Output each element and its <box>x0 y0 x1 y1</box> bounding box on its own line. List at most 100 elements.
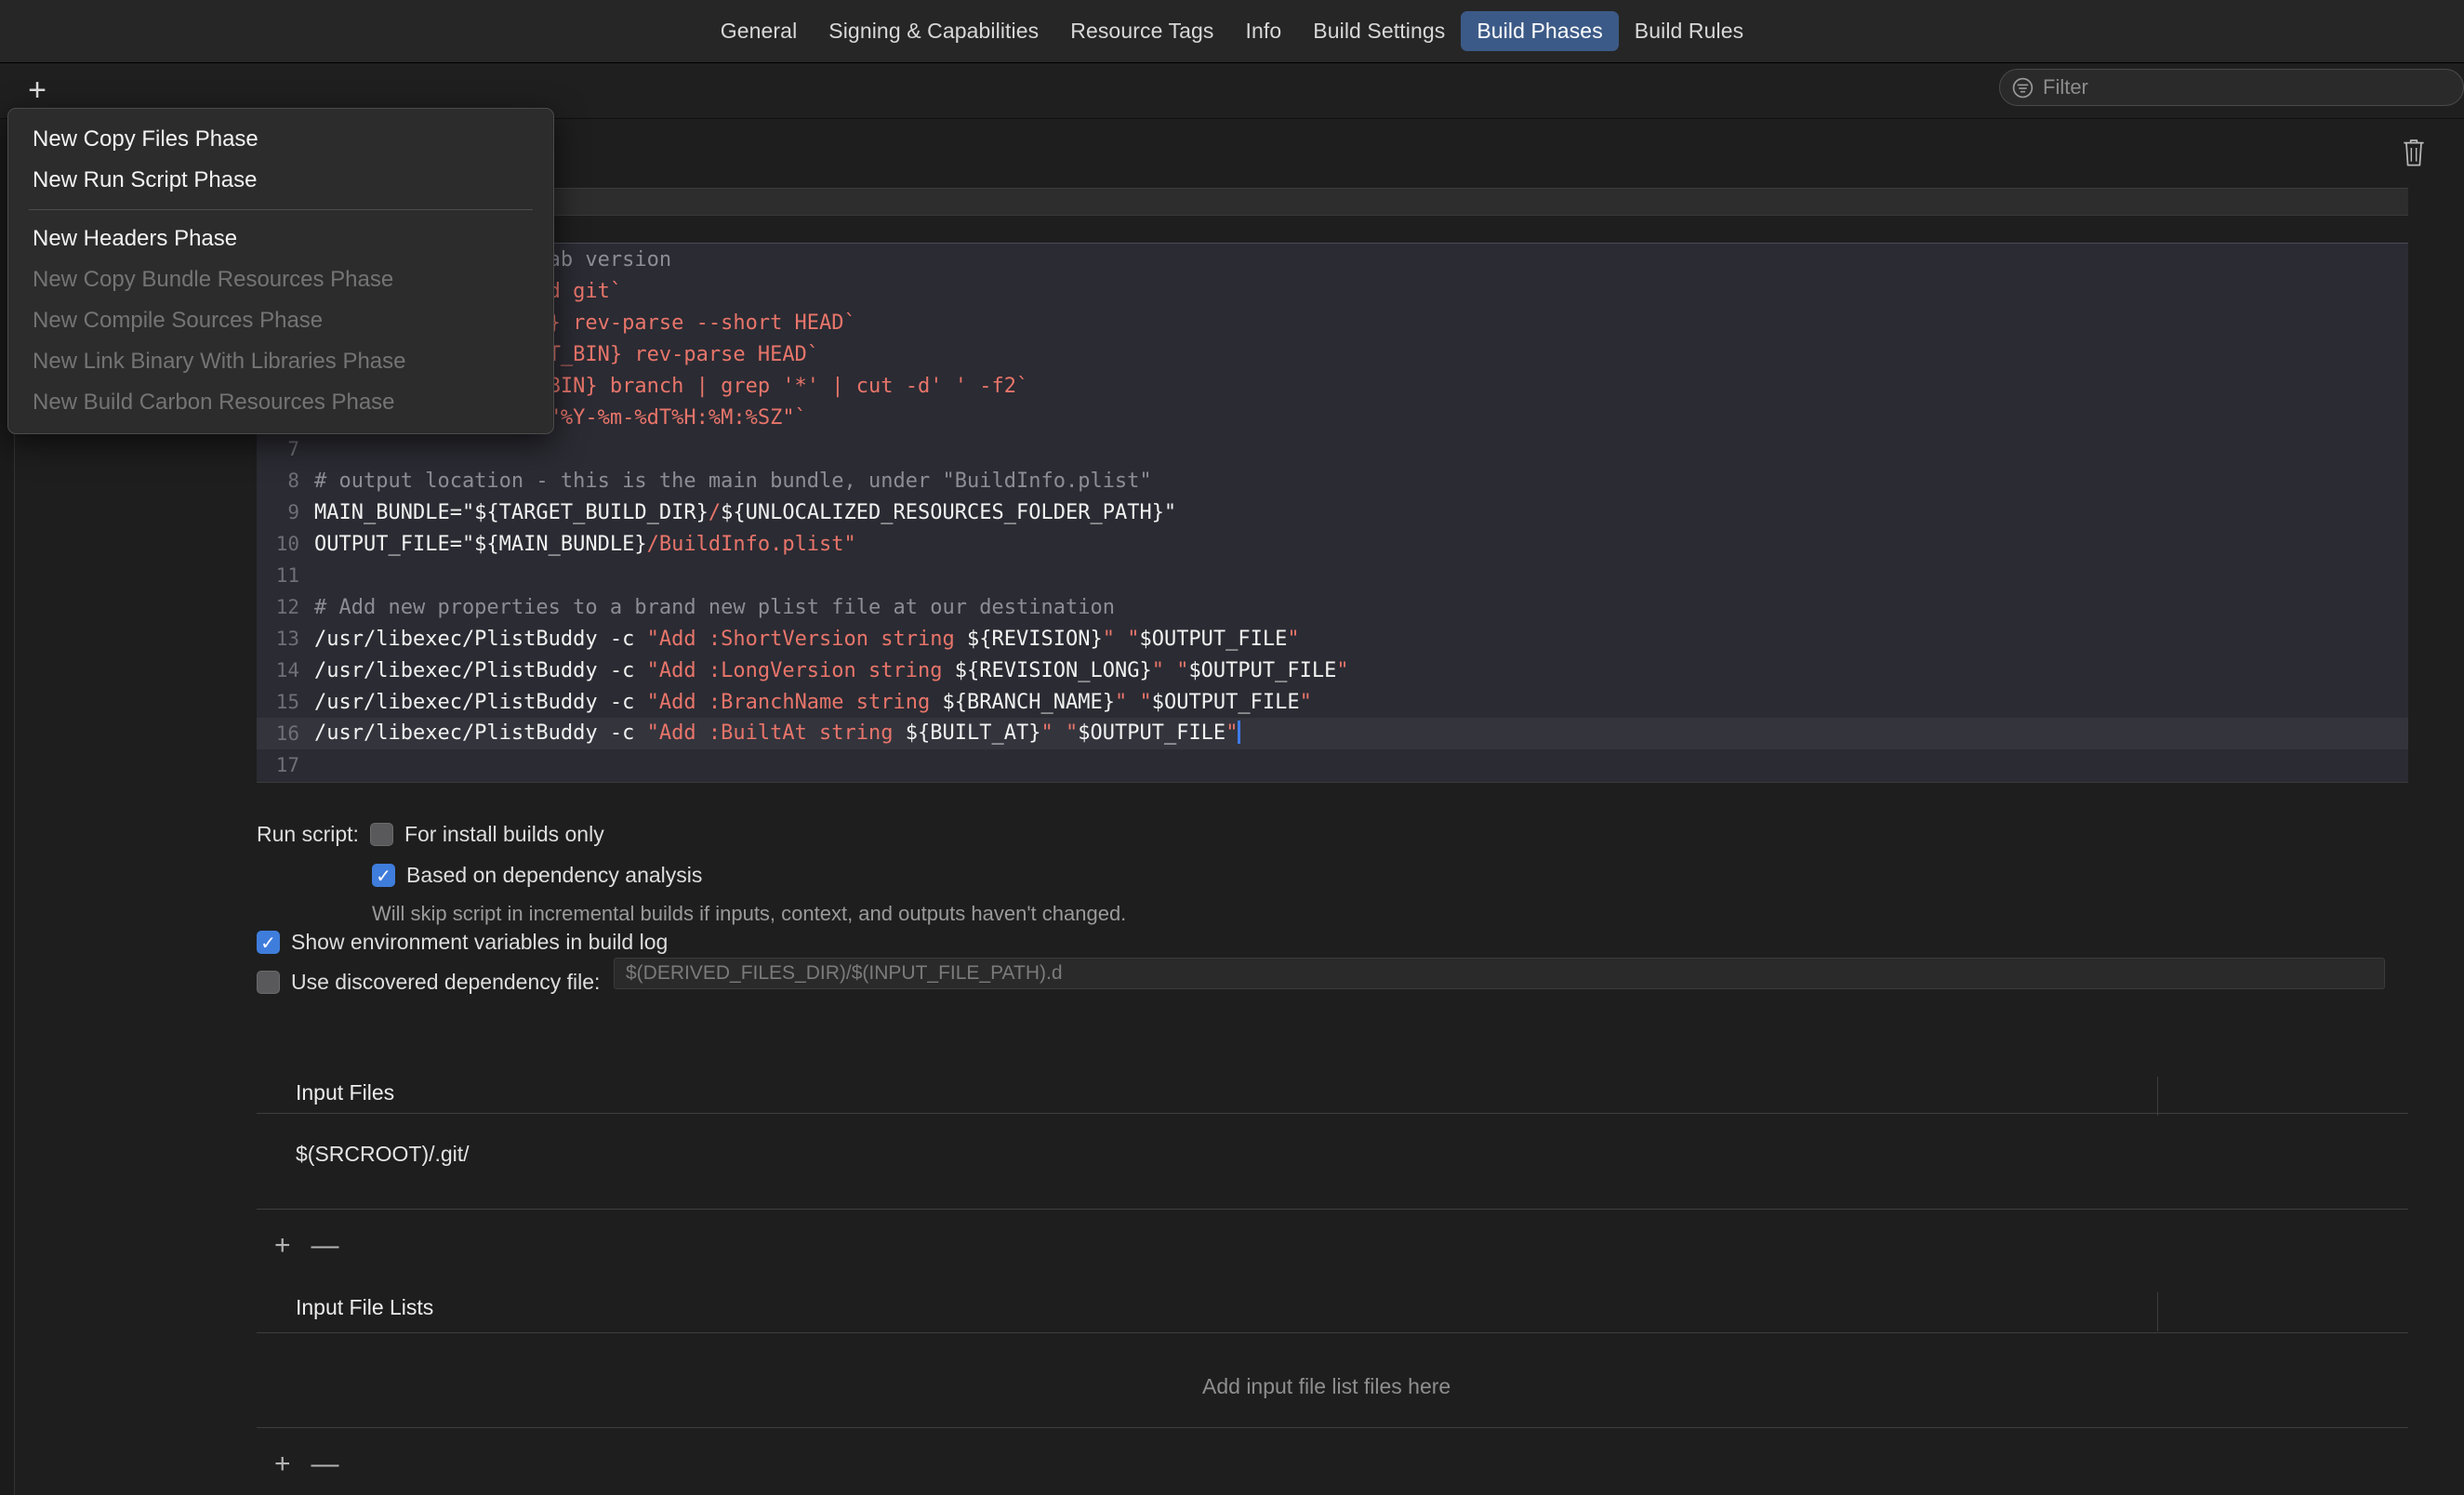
code-token: ${UNLOCALIZED_RESOURCES_FOLDER_PATH}" <box>721 500 1177 524</box>
code-line[interactable]: 8 # output location - this is the main bu… <box>257 465 2408 496</box>
for-install-builds-row: Run script: For install builds only <box>257 822 604 847</box>
filter-icon <box>2011 76 2034 99</box>
dependency-analysis-label: Based on dependency analysis <box>406 863 703 887</box>
code-token: " <box>1287 627 1300 651</box>
use-dep-file-label: Use discovered dependency file: <box>291 970 601 994</box>
tab-info[interactable]: Info <box>1230 11 1298 51</box>
code-token: " <box>1065 721 1079 746</box>
code-line[interactable]: 10 OUTPUT_FILE="${MAIN_BUNDLE}/BuildInfo.… <box>257 528 2408 560</box>
code-token: $OUTPUT_FILE <box>1078 721 1226 746</box>
line-number: 17 <box>275 754 299 776</box>
for-install-builds-checkbox[interactable] <box>369 823 393 846</box>
code-line[interactable]: 13/usr/libexec/PlistBuddy -c "Add :Short… <box>257 623 2408 655</box>
code-line[interactable]: 15/usr/libexec/PlistBuddy -c "Add :Branc… <box>257 686 2408 718</box>
code-token: $OUTPUT_FILE <box>1139 627 1288 651</box>
dependency-file-input[interactable]: $(DERIVED_FILES_DIR)/$(INPUT_FILE_PATH).… <box>614 958 2385 989</box>
input-file-lists-title: Input File Lists <box>296 1295 434 1319</box>
menu-item-new-link-binary-with-libraries-phase: New Link Binary With Libraries Phase <box>33 349 406 374</box>
code-line[interactable]: 12 # Add new properties to a brand new pl… <box>257 591 2408 623</box>
add-build-phase-button[interactable]: + <box>19 73 56 110</box>
editor-bottom-edge <box>257 782 2408 787</box>
code-line[interactable]: 3REVISION=`${GIT_BIN} rev-parse --short … <box>257 307 2408 338</box>
code-text: /usr/libexec/PlistBuddy -c "Add :BuiltAt… <box>314 720 1241 746</box>
line-number: 16 <box>275 722 299 745</box>
line-number: 15 <box>275 691 299 713</box>
line-number: 14 <box>275 659 299 681</box>
input-files-footer-rule <box>257 1209 2408 1210</box>
menu-item-new-headers-phase[interactable]: New Headers Phase <box>8 218 553 259</box>
line-number: 13 <box>275 628 299 650</box>
dependency-file-placeholder: $(DERIVED_FILES_DIR)/$(INPUT_FILE_PATH).… <box>626 962 1063 984</box>
tab-resource-tags[interactable]: Resource Tags <box>1054 11 1229 51</box>
input-file-lists-add-button[interactable]: + <box>274 1450 291 1478</box>
menu-item-new-build-carbon-resources-phase: New Build Carbon Resources Phase <box>33 390 395 415</box>
code-line[interactable]: 16/usr/libexec/PlistBuddy -c "Add :Built… <box>257 718 2408 749</box>
code-token: " <box>1225 721 1239 746</box>
code-token: " <box>1040 721 1053 746</box>
menu-separator <box>29 209 533 210</box>
line-number: 9 <box>287 501 299 523</box>
input-file-lists-empty-hint: Add input file list files here <box>1202 1374 1451 1398</box>
tab-signing-capabilities[interactable]: Signing & Capabilities <box>813 11 1054 51</box>
input-files-add-button[interactable]: + <box>274 1232 291 1260</box>
line-number: 7 <box>287 438 299 460</box>
menu-item-new-copy-files-phase[interactable]: New Copy Files Phase <box>8 119 553 160</box>
code-token: ${REVISION_LONG} <box>954 658 1152 682</box>
line-number: 8 <box>287 470 299 492</box>
dependency-analysis-row: Based on dependency analysis <box>372 863 702 888</box>
menu-item-new-compile-sources-phase: New Compile Sources Phase <box>33 308 324 333</box>
tab-build-phases[interactable]: Build Phases <box>1461 11 1619 51</box>
code-token: /usr/libexec/PlistBuddy -c <box>314 690 647 714</box>
code-token: "${TARGET_BUILD_DIR} <box>461 500 709 524</box>
xcode-build-phases-window: General Signing & Capabilities Resource Ta… <box>0 0 2464 1495</box>
code-token: MAIN_BUNDLE= <box>314 500 462 524</box>
input-file-lists-column-separator <box>2157 1292 2158 1331</box>
shell-path-strip <box>257 188 2408 216</box>
line-number: 12 <box>275 596 299 618</box>
trash-icon[interactable] <box>2399 135 2429 168</box>
code-line[interactable]: 17 <box>257 749 2408 781</box>
code-text: # output location - this is the main bun… <box>314 470 1152 493</box>
run-script-editor[interactable]: 1# Locate git and grab version2GIT_BIN=`… <box>257 243 2408 782</box>
code-line[interactable]: 7 <box>257 433 2408 465</box>
filter-placeholder: Filter <box>2043 75 2088 99</box>
dependency-note-row: Will skip script in incremental builds i… <box>372 902 1126 926</box>
menu-item-new-copy-bundle-resources-phase: New Copy Bundle Resources Phase <box>33 267 394 292</box>
code-token: " <box>1102 627 1115 651</box>
input-files-header-rule <box>257 1113 2408 1114</box>
input-file-row[interactable]: $(SRCROOT)/.git/ <box>296 1142 470 1167</box>
tab-build-rules[interactable]: Build Rules <box>1619 11 1759 51</box>
code-line[interactable]: 14/usr/libexec/PlistBuddy -c "Add :LongV… <box>257 655 2408 686</box>
code-token: " <box>1299 690 1312 714</box>
code-token: OUTPUT_FILE="${MAIN_BUNDLE} <box>314 532 647 556</box>
code-line[interactable]: 5BRANCH_NAME=`${GIT_BIN} branch | grep '… <box>257 370 2408 402</box>
use-dep-file-row: Use discovered dependency file: <box>257 970 600 995</box>
menu-item-new-run-script-phase[interactable]: New Run Script Phase <box>8 160 553 201</box>
input-files-remove-button[interactable]: — <box>311 1232 339 1260</box>
show-env-checkbox[interactable] <box>257 931 280 954</box>
text-cursor <box>1238 720 1241 744</box>
code-line[interactable]: 4REVISION_LONG=`${GIT_BIN} rev-parse HEA… <box>257 338 2408 370</box>
filter-input[interactable]: Filter <box>1999 69 2464 106</box>
code-line[interactable]: 6BUILT_AT=`date -u +"%Y-%m-%dT%H:%M:%SZ"… <box>257 402 2408 433</box>
input-files-title: Input Files <box>296 1080 395 1105</box>
editor-gap-row <box>257 217 2408 243</box>
input-file-lists-remove-button[interactable]: — <box>311 1450 339 1478</box>
code-token: ${REVISION} <box>967 627 1103 651</box>
code-token: $OUTPUT_FILE <box>1151 690 1300 714</box>
tab-build-settings[interactable]: Build Settings <box>1297 11 1461 51</box>
use-dep-file-checkbox[interactable] <box>257 971 280 994</box>
code-token: " <box>1127 627 1140 651</box>
code-line[interactable]: 11 <box>257 560 2408 591</box>
add-build-phase-menu[interactable]: New Copy Files Phase New Run Script Phase… <box>7 108 554 434</box>
code-token: " <box>1151 658 1164 682</box>
code-line[interactable]: 9 MAIN_BUNDLE="${TARGET_BUILD_DIR}/${UNLO… <box>257 496 2408 528</box>
code-line[interactable]: 1# Locate git and grab version <box>257 244 2408 275</box>
code-line[interactable]: 2GIT_BIN=`xcrun -find git` <box>257 275 2408 307</box>
target-editor-tabbar: General Signing & Capabilities Resource Ta… <box>0 0 2464 63</box>
tab-general[interactable]: General <box>705 11 814 51</box>
input-files-column-separator <box>2157 1077 2158 1116</box>
dependency-analysis-checkbox[interactable] <box>372 864 395 887</box>
